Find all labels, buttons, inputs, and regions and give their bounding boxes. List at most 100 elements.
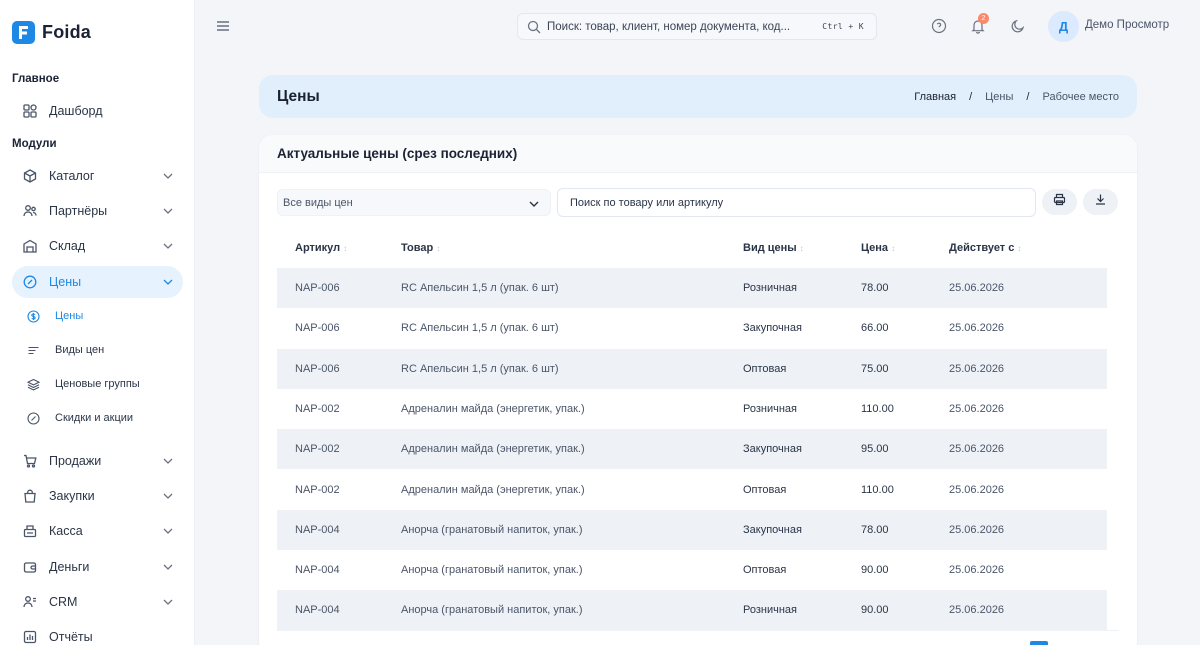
sidebar-subitem-label: Скидки и акции: [55, 412, 134, 424]
page-title: Цены: [277, 87, 320, 105]
table-row[interactable]: NAP-006 RC Апельсин 1,5 л (упак. 6 шт) Опт…: [277, 348, 1107, 389]
cell-valid-from: 25.06.2026: [949, 402, 1005, 415]
column-header-price-type[interactable]: Вид цены ↕: [743, 242, 804, 254]
table-footer-divider: [277, 630, 1119, 631]
cell-product: Адреналин майда (энергетик, упак.): [401, 443, 585, 456]
help-icon[interactable]: [931, 18, 947, 34]
table-row[interactable]: NAP-006 RC Апельсин 1,5 л (упак. 6 шт) Роз…: [277, 268, 1107, 308]
menu-icon[interactable]: [216, 19, 230, 33]
cell-price-type: Закупочная: [743, 322, 802, 335]
chevron-down-icon: [162, 205, 174, 217]
report-icon: [22, 629, 38, 645]
cell-price: 110.00: [861, 402, 894, 415]
page-header: Цены Главная / Цены / Рабочее место: [259, 75, 1137, 118]
moon-icon[interactable]: [1010, 18, 1026, 34]
cell-sku: NAP-004: [295, 604, 340, 617]
cell-sku: NAP-002: [295, 402, 340, 415]
sort-icon: ↕: [343, 243, 348, 253]
sidebar-item-reports[interactable]: Отчёты: [12, 621, 183, 645]
chevron-down-icon: [162, 455, 174, 467]
warehouse-icon: [22, 238, 38, 254]
search-shortcut: Ctrl + K: [822, 22, 864, 31]
sidebar-item-label: Отчёты: [49, 630, 93, 644]
column-header-sku[interactable]: Артикул ↕: [295, 242, 347, 254]
print-button[interactable]: [1042, 189, 1077, 215]
app-logo[interactable]: Foida: [12, 21, 91, 44]
sidebar-subitem-label: Цены: [55, 310, 84, 322]
sidebar-subitem-discounts[interactable]: Скидки и акции: [22, 405, 183, 431]
product-search-input[interactable]: Поиск по товару или артикулу: [557, 188, 1036, 217]
tag-icon: [22, 274, 38, 290]
cell-price-type: Розничная: [743, 282, 797, 294]
sidebar-item-warehouse[interactable]: Склад: [12, 230, 183, 262]
breadcrumb-current: Рабочее место: [1042, 90, 1119, 103]
cell-sku: NAP-006: [295, 282, 340, 294]
sidebar-subitem-price-groups[interactable]: Ценовые группы: [22, 371, 183, 397]
cell-product: Анорча (гранатовый напиток, упак.): [401, 604, 583, 617]
pagination-current-page[interactable]: [1030, 641, 1048, 645]
sidebar-item-money[interactable]: Деньги: [12, 551, 183, 583]
sidebar-subitem-price-types[interactable]: Виды цен: [22, 337, 183, 363]
breadcrumb-home[interactable]: Главная: [914, 91, 956, 103]
table-row[interactable]: NAP-004 Анорча (гранатовый напиток, упак.…: [277, 590, 1107, 631]
download-button[interactable]: [1083, 189, 1118, 215]
column-header-valid-from[interactable]: Действует с ↕: [949, 242, 1021, 254]
breadcrumb: Главная / Цены / Рабочее место: [914, 91, 1119, 103]
cell-valid-from: 25.06.2026: [949, 604, 1005, 617]
column-header-price[interactable]: Цена ↕: [861, 242, 895, 254]
cell-valid-from: 25.06.2026: [949, 322, 1005, 335]
table-row[interactable]: NAP-002 Адреналин майда (энергетик, упак.…: [277, 429, 1107, 470]
sidebar-subitem-prices[interactable]: Цены: [22, 303, 183, 329]
cell-price: 78.00: [861, 523, 889, 536]
cell-price: 110.00: [861, 483, 894, 496]
printer-icon: [1053, 193, 1066, 211]
table-header: Артикул ↕ Товар ↕ Вид цены ↕ Цена ↕ Действуе…: [277, 233, 1107, 263]
avatar[interactable]: Д: [1048, 11, 1079, 42]
chevron-down-icon: [162, 596, 174, 608]
sidebar-item-catalog[interactable]: Каталог: [12, 160, 183, 192]
product-search-placeholder: Поиск по товару или артикулу: [570, 196, 724, 209]
cell-sku: NAP-004: [295, 564, 340, 577]
cell-product: RC Апельсин 1,5 л (упак. 6 шт): [401, 362, 559, 375]
table-row[interactable]: NAP-004 Анорча (гранатовый напиток, упак.…: [277, 550, 1107, 590]
cell-price: 90.00: [861, 604, 889, 617]
sort-icon: ↕: [1017, 243, 1022, 253]
table-row[interactable]: NAP-002 Адреналин майда (энергетик, упак.…: [277, 470, 1107, 510]
cell-sku: NAP-002: [295, 443, 340, 456]
sort-icon: ↕: [891, 243, 896, 253]
notification-badge: 2: [978, 13, 989, 24]
section-label-modules: Модули: [12, 138, 57, 150]
prices-card: Актуальные цены (срез последних) Все вид…: [259, 135, 1137, 645]
column-header-product[interactable]: Товар ↕: [401, 242, 440, 254]
sidebar-item-cashbox[interactable]: Касса: [12, 515, 183, 547]
cell-sku: NAP-006: [295, 322, 340, 335]
breadcrumb-separator: /: [969, 90, 973, 103]
cell-valid-from: 25.06.2026: [949, 483, 1005, 496]
user-name[interactable]: Демо Просмотр: [1085, 19, 1169, 31]
sidebar-item-sales[interactable]: Продажи: [12, 445, 183, 477]
cell-product: Анорча (гранатовый напиток, упак.): [401, 523, 583, 536]
cell-price: 90.00: [861, 564, 889, 577]
bag-icon: [22, 488, 38, 504]
table-row[interactable]: NAP-004 Анорча (гранатовый напиток, упак.…: [277, 509, 1107, 550]
sidebar-item-prices[interactable]: Цены: [12, 266, 183, 298]
table-row[interactable]: NAP-006 RC Апельсин 1,5 л (упак. 6 шт) Зак…: [277, 308, 1107, 348]
price-type-select[interactable]: Все виды цен: [277, 189, 551, 216]
sidebar-item-purchases[interactable]: Закупки: [12, 480, 183, 512]
table-row[interactable]: NAP-002 Адреналин майда (энергетик, упак.…: [277, 389, 1107, 429]
cell-price-type: Оптовая: [743, 483, 787, 496]
sidebar-item-dashboard[interactable]: Дашборд: [12, 95, 183, 127]
cell-valid-from: 25.06.2026: [949, 282, 1005, 294]
breadcrumb-prices[interactable]: Цены: [985, 91, 1013, 103]
cell-valid-from: 25.06.2026: [949, 523, 1005, 536]
cell-price-type: Оптовая: [743, 362, 787, 375]
chevron-down-icon: [162, 170, 174, 182]
sidebar-item-partners[interactable]: Партнёры: [12, 195, 183, 227]
sidebar-item-label: CRM: [49, 595, 78, 609]
section-label-main: Главное: [12, 73, 60, 85]
global-search-input[interactable]: Поиск: товар, клиент, номер документа, к…: [517, 13, 877, 40]
logo-icon: [12, 21, 35, 44]
sidebar-item-crm[interactable]: CRM: [12, 586, 183, 618]
cell-product: RC Апельсин 1,5 л (упак. 6 шт): [401, 322, 559, 335]
cell-price-type: Закупочная: [743, 443, 802, 456]
